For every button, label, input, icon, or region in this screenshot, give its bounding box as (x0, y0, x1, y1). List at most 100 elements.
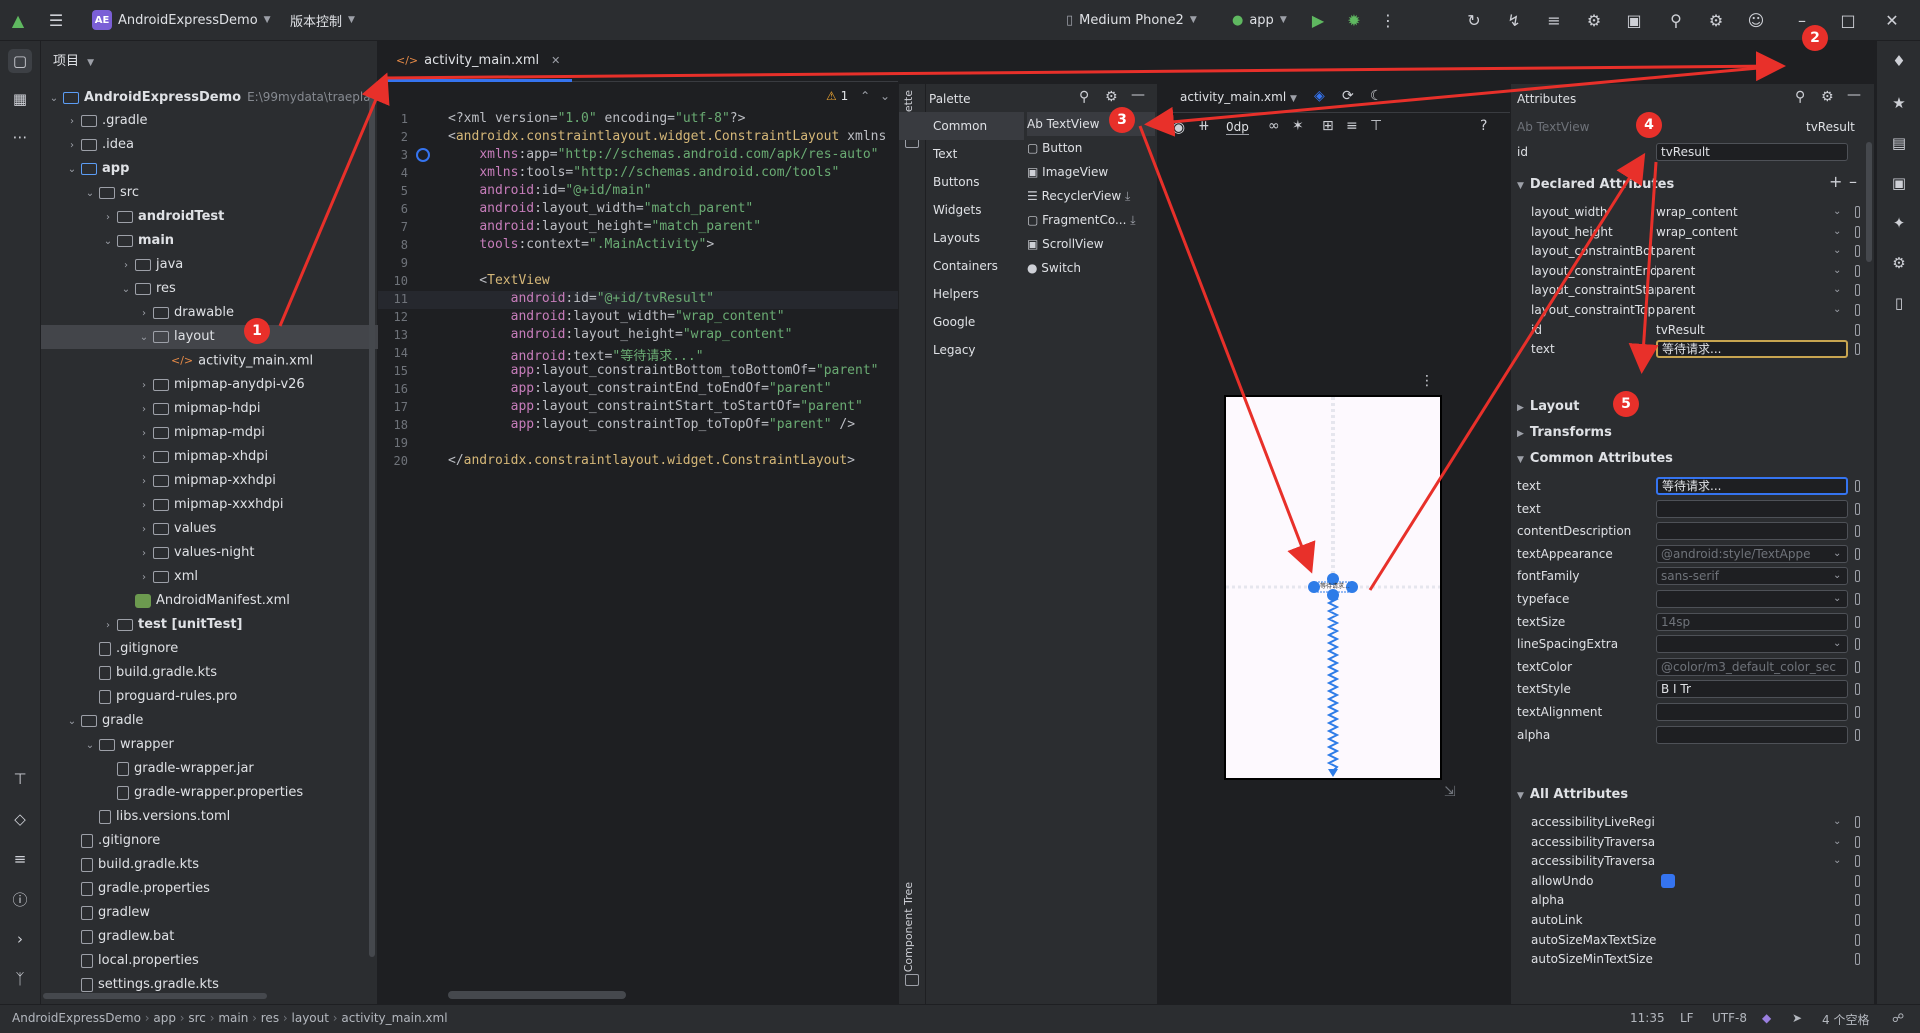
breadcrumb-item[interactable]: layout (292, 1011, 329, 1025)
layout-section-header[interactable]: ▶ Layout (1517, 396, 1579, 418)
line-separator[interactable]: LF (1680, 1011, 1694, 1025)
device-file-icon[interactable]: ▤ (1887, 131, 1911, 155)
resize-handle-icon[interactable]: ⇲ (1444, 784, 1456, 800)
editor-horizontal-scrollbar[interactable] (448, 991, 626, 999)
resource-picker-icon[interactable] (1855, 323, 1860, 336)
maximize-icon[interactable]: □ (1838, 10, 1858, 30)
palette-category[interactable]: Google (899, 308, 1024, 336)
gemini-icon[interactable]: ★ (1887, 91, 1911, 115)
id-field[interactable]: tvResult (1656, 143, 1848, 161)
breadcrumb-item[interactable]: main (218, 1011, 248, 1025)
vcs-menu[interactable]: 版本控制 ▼ (290, 9, 355, 31)
tree-scrollbar[interactable] (369, 97, 375, 957)
resource-picker-icon[interactable] (1855, 304, 1860, 316)
add-attribute-icon[interactable]: + (1829, 172, 1842, 191)
remove-attribute-icon[interactable]: – (1849, 172, 1857, 191)
chevron-right-icon[interactable]: › (137, 302, 151, 326)
resource-picker-icon[interactable] (1855, 894, 1860, 907)
resource-picker-icon[interactable] (1855, 245, 1860, 258)
problems-icon[interactable]: ⓘ (8, 887, 32, 911)
attribute-value-field[interactable]: B I Tr (1656, 680, 1848, 699)
chevron-right-icon[interactable]: › (137, 446, 151, 470)
tree-item[interactable]: build.gradle.kts (41, 853, 395, 877)
left-anchor-handle[interactable] (1308, 581, 1320, 593)
palette-widget-item[interactable]: ☰ RecyclerView ⤓ (1027, 184, 1155, 208)
phone-preview[interactable]: 等待请求... (1224, 395, 1442, 780)
download-icon[interactable]: ⤓ (1126, 213, 1135, 227)
tree-item[interactable]: gradlew (41, 901, 395, 925)
tree-item[interactable]: libs.versions.toml (41, 805, 413, 829)
chevron-down-icon[interactable]: ⌄ (1833, 542, 1841, 566)
chevron-down-icon[interactable]: ⌄ (1833, 564, 1841, 588)
default-margin-value[interactable]: 0dp (1226, 120, 1249, 135)
running-devices-icon[interactable]: ▣ (1887, 171, 1911, 195)
chevron-right-icon[interactable]: › (137, 518, 151, 542)
apply-changes-icon[interactable]: ↯ (1504, 10, 1524, 30)
resource-picker-icon[interactable] (1855, 638, 1860, 651)
tree-item[interactable]: › .idea (41, 133, 395, 157)
chevron-down-icon[interactable]: ⌄ (83, 182, 97, 206)
attribute-value-field[interactable]: 等待请求... (1656, 477, 1848, 495)
palette-category[interactable]: Layouts (899, 224, 1024, 252)
sdk-manager-icon[interactable]: ⚙ (1584, 10, 1604, 30)
chevron-right-icon[interactable]: › (137, 374, 151, 398)
more-tools-icon[interactable]: ⋯ (8, 125, 32, 149)
tab-activity-main-xml[interactable]: </> activity_main.xml ✕ (384, 41, 573, 82)
attribute-value-field[interactable] (1656, 725, 1848, 744)
more-actions-icon[interactable]: ⋮ (1378, 10, 1398, 30)
tree-item[interactable]: ⌄ app (41, 157, 395, 181)
chevron-right-icon[interactable]: › (137, 566, 151, 590)
debug-icon[interactable]: ✹ (1344, 10, 1364, 30)
layout-file-dropdown[interactable]: activity_main.xml ▼ (1180, 90, 1297, 104)
baseline-icon[interactable]: ⊤ (1370, 118, 1382, 134)
resource-picker-icon[interactable] (1855, 525, 1860, 538)
breadcrumb-item[interactable]: res (261, 1011, 279, 1025)
tree-item[interactable]: .gitignore (41, 829, 395, 853)
device-selector[interactable]: ▯ Medium Phone2 ▼ (1066, 9, 1197, 31)
resource-picker-icon[interactable] (1855, 480, 1860, 492)
tree-item[interactable]: proguard-rules.pro (41, 685, 413, 709)
resource-picker-icon[interactable] (1855, 816, 1860, 828)
design-blueprint-icon[interactable]: ◈ (1314, 88, 1325, 104)
chevron-right-icon[interactable]: › (137, 422, 151, 446)
attribute-value-field[interactable]: 14sp (1656, 612, 1848, 631)
chevron-down-icon[interactable]: ⌄ (119, 278, 133, 302)
clear-constraints-icon[interactable]: ∞ (1268, 118, 1280, 134)
chevron-right-icon[interactable]: › (137, 398, 151, 422)
autoconnect-icon[interactable]: ⧺ (1198, 118, 1210, 134)
file-encoding[interactable]: UTF-8 (1712, 1011, 1747, 1025)
tree-item[interactable]: .gitignore (41, 637, 413, 661)
attributes-hide-icon[interactable]: — (1847, 87, 1861, 103)
palette-search-icon[interactable]: ⚲ (1079, 89, 1089, 105)
common-attributes-header[interactable]: ▼ Common Attributes (1517, 448, 1673, 470)
tree-item[interactable]: build.gradle.kts (41, 661, 413, 685)
chevron-right-icon[interactable]: › (137, 494, 151, 518)
lock-icon[interactable]: ☍ (1892, 1011, 1904, 1025)
device-options-icon[interactable]: ⋮ (1420, 373, 1434, 389)
tree-item[interactable]: local.properties (41, 949, 395, 973)
tree-item[interactable]: ⌄ wrapper (41, 733, 413, 757)
allow-undo-checkbox[interactable] (1661, 873, 1675, 888)
chevron-down-icon[interactable]: ⌄ (47, 87, 61, 111)
main-menu-icon[interactable]: ☰ (46, 10, 66, 30)
inspection-widget[interactable]: ⚠ 1 ⌃ ⌄ (826, 89, 890, 103)
emulator-icon[interactable]: ⚙ (1887, 251, 1911, 275)
gem-icon[interactable]: ◇ (8, 807, 32, 831)
chevron-down-icon[interactable]: ⌄ (1833, 632, 1841, 656)
project-folder-icon[interactable]: ▢ (8, 49, 32, 73)
chevron-right-icon[interactable]: › (65, 134, 79, 158)
palette-settings-icon[interactable]: ⚙ (1105, 89, 1118, 105)
chevron-right-icon[interactable]: › (65, 110, 79, 134)
attributes-settings-icon[interactable]: ⚙ (1821, 89, 1834, 105)
attribute-value-field[interactable] (1656, 635, 1848, 654)
attribute-value-field[interactable]: @android:style/TextAppe (1656, 544, 1848, 563)
chevron-up-icon[interactable]: ⌃ (860, 89, 870, 103)
profiler-icon[interactable]: ≡ (1544, 10, 1564, 30)
resource-picker-icon[interactable] (1855, 570, 1860, 583)
power-save-icon[interactable]: ➤ (1792, 1011, 1802, 1025)
tree-item[interactable]: ⌄ AndroidExpressDemo E:\99mydata\traeplace… (41, 85, 389, 111)
breadcrumb-item[interactable]: src (188, 1011, 206, 1025)
chevron-down-icon[interactable]: ⌄ (137, 326, 151, 350)
resource-picker-icon[interactable] (1855, 835, 1860, 848)
palette-category[interactable]: Containers (899, 252, 1024, 280)
